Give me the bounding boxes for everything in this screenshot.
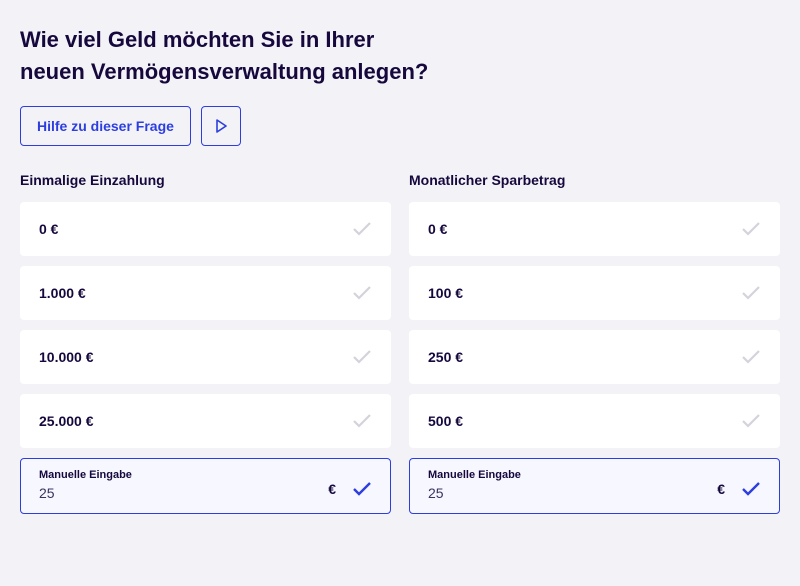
option-item[interactable]: 500 € [409,394,780,448]
option-label: 0 € [428,221,447,237]
option-label: 25.000 € [39,413,94,429]
option-label: 100 € [428,285,463,301]
manual-amount-input[interactable] [428,485,717,501]
option-label: 1.000 € [39,285,86,301]
option-label: 10.000 € [39,349,94,365]
option-item[interactable]: 250 € [409,330,780,384]
option-item[interactable]: 25.000 € [20,394,391,448]
manual-amount-input[interactable] [39,485,328,501]
check-icon [741,286,761,300]
check-icon [352,222,372,236]
manual-right: € [328,481,372,501]
options-left: 0 € 1.000 € 10.000 € 25.000 € Manuelle E… [20,202,391,514]
option-item[interactable]: 100 € [409,266,780,320]
column-title-right: Monatlicher Sparbetrag [409,172,780,188]
check-icon [352,286,372,300]
currency-symbol: € [717,481,725,497]
option-label: 250 € [428,349,463,365]
check-icon [741,222,761,236]
option-label: 500 € [428,413,463,429]
manual-input-option[interactable]: Manuelle Eingabe € [20,458,391,514]
option-item[interactable]: 0 € [20,202,391,256]
manual-inner: Manuelle Eingabe [428,469,717,501]
currency-symbol: € [328,481,336,497]
help-row: Hilfe zu dieser Frage [20,106,780,146]
page-heading: Wie viel Geld möchten Sie in Ihrer neuen… [20,24,780,88]
column-monthly-savings: Monatlicher Sparbetrag 0 € 100 € 250 € 5… [409,172,780,514]
check-icon [352,482,372,496]
check-icon [741,414,761,428]
option-item[interactable]: 10.000 € [20,330,391,384]
play-icon [214,119,228,133]
heading-line2: neuen Vermögensverwaltung anlegen? [20,59,428,84]
check-icon [352,414,372,428]
heading-line1: Wie viel Geld möchten Sie in Ihrer [20,27,374,52]
options-right: 0 € 100 € 250 € 500 € Manuelle Eingabe [409,202,780,514]
manual-inner: Manuelle Eingabe [39,469,328,501]
check-icon [352,350,372,364]
manual-input-option[interactable]: Manuelle Eingabe € [409,458,780,514]
play-video-button[interactable] [201,106,241,146]
columns: Einmalige Einzahlung 0 € 1.000 € 10.000 … [20,172,780,514]
check-icon [741,482,761,496]
column-title-left: Einmalige Einzahlung [20,172,391,188]
manual-label: Manuelle Eingabe [428,469,717,481]
help-button[interactable]: Hilfe zu dieser Frage [20,106,191,146]
manual-right: € [717,481,761,501]
option-item[interactable]: 0 € [409,202,780,256]
check-icon [741,350,761,364]
column-one-time-deposit: Einmalige Einzahlung 0 € 1.000 € 10.000 … [20,172,391,514]
option-label: 0 € [39,221,58,237]
manual-label: Manuelle Eingabe [39,469,328,481]
option-item[interactable]: 1.000 € [20,266,391,320]
